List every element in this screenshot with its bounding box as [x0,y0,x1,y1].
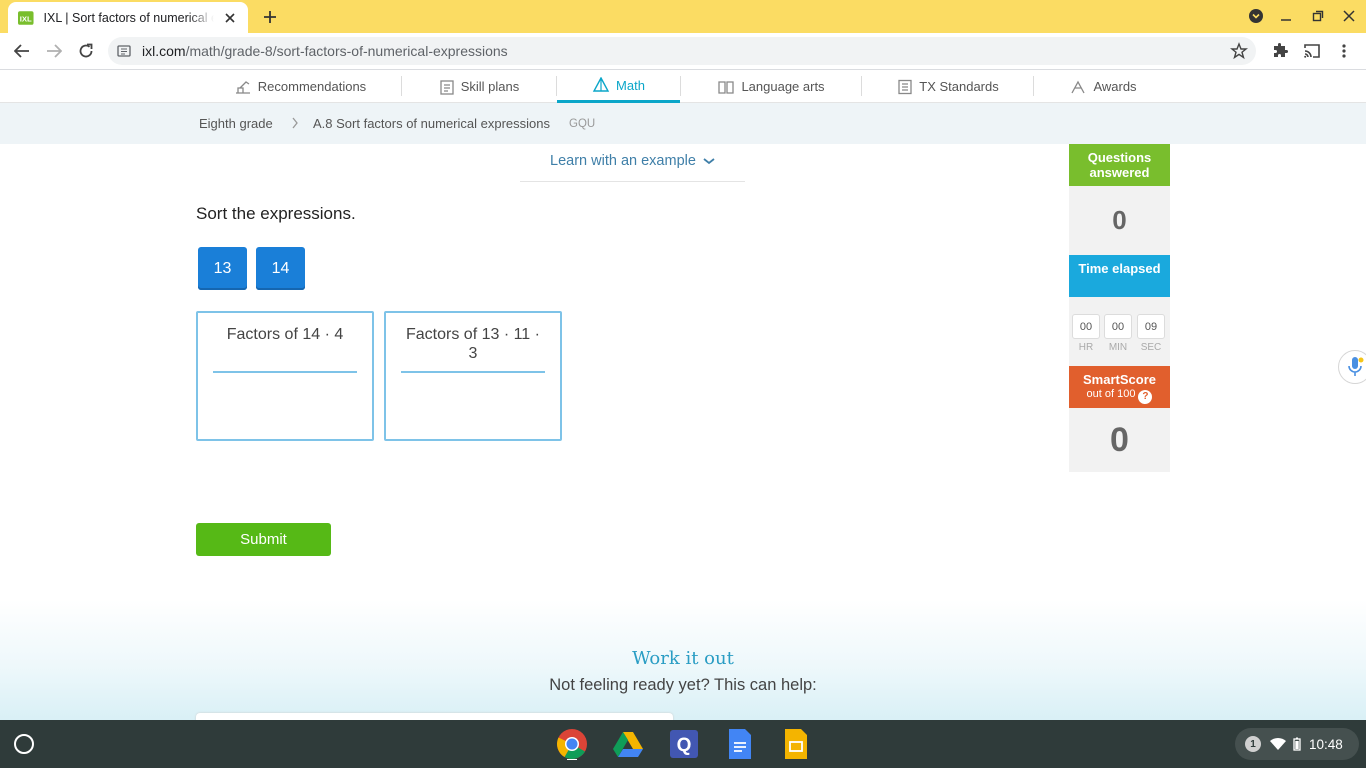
smartscore-value: 0 [1069,408,1170,472]
chevron-right-icon [292,117,298,129]
questions-answered-header: Questions answered [1069,144,1170,186]
docs-icon[interactable] [724,728,756,760]
book-icon [718,80,735,94]
nav-tab-recommendations[interactable]: Recommendations [230,70,370,103]
nav-tab-label: Recommendations [257,79,367,94]
ixl-nav-bar: Recommendations Skill plans Math Languag… [0,70,1366,103]
breadcrumb-skill: A.8 Sort factors of numerical expression… [313,116,550,131]
new-tab-icon[interactable] [258,5,282,29]
nav-tab-label: Awards [1093,79,1137,94]
forward-icon[interactable] [40,37,68,65]
nav-tab-label: Language arts [741,79,825,94]
time-elapsed-header: Time elapsed [1069,255,1170,297]
close-tab-icon[interactable] [222,10,238,26]
address-bar[interactable]: ixl.com/math/grade-8/sort-factors-of-num… [108,37,1256,65]
sort-bin[interactable]: Factors of 14 · 4 [196,311,374,441]
site-info-icon[interactable] [117,44,131,58]
timer-minutes: 00 [1104,314,1132,339]
url-text: ixl.com/math/grade-8/sort-factors-of-num… [142,43,508,59]
tab-search-icon[interactable] [1242,4,1270,28]
browser-menu-icon[interactable] [1330,37,1358,65]
nav-divider [1033,76,1034,96]
nav-tab-tx-standards[interactable]: TX Standards [896,70,1000,103]
questions-answered-value: 0 [1069,186,1170,255]
draggable-tile[interactable]: 13 [198,247,247,290]
drive-icon[interactable] [612,728,644,760]
nav-divider [680,76,681,96]
timer-seconds-label: SEC [1140,342,1162,353]
nav-tab-math[interactable]: Math [557,70,680,103]
tab-title: IXL | Sort factors of numerical expressi… [43,10,215,25]
timer-minutes-label: MIN [1108,342,1128,353]
smartscore-header: SmartScore out of 100? [1069,366,1170,408]
chrome-icon[interactable] [556,728,588,760]
restore-icon[interactable] [1304,4,1332,28]
status-tray[interactable]: 1 10:48 [1235,728,1359,760]
bin-divider [401,371,545,373]
clock: 10:48 [1309,736,1343,752]
reload-icon[interactable] [72,37,100,65]
nav-tab-awards[interactable]: Awards [1068,70,1138,103]
sort-bin-title: Factors of 13 · 11 · 3 [406,326,540,362]
submit-button[interactable]: Submit [196,523,331,556]
svg-text:IXL: IXL [20,14,32,23]
skill-plans-icon [440,79,454,95]
browser-tab[interactable]: IXL IXL | Sort factors of numerical expr… [8,2,248,33]
slides-icon[interactable] [780,728,812,760]
nav-tab-label: TX Standards [919,79,999,94]
browser-tab-strip: IXL IXL | Sort factors of numerical expr… [0,0,1366,33]
nav-divider [861,76,862,96]
cast-icon[interactable] [1298,37,1326,65]
close-window-icon[interactable] [1335,4,1363,28]
recommendations-icon [235,80,250,94]
timer-hours-label: HR [1078,342,1094,353]
work-it-out-heading: Work it out [632,648,734,669]
extensions-icon[interactable] [1266,37,1294,65]
chevron-down-icon [703,158,715,165]
breadcrumb-grade[interactable]: Eighth grade [199,116,273,131]
microphone-icon[interactable] [1338,350,1366,384]
nav-tab-skill-plans[interactable]: Skill plans [436,70,522,103]
bookmark-star-icon[interactable] [1230,42,1248,60]
wifi-icon [1270,737,1286,750]
ixl-favicon-icon: IXL [18,10,34,25]
timer-seconds: 09 [1137,314,1165,339]
quizlet-icon[interactable]: Q [668,728,700,760]
help-subtext: Not feeling ready yet? This can help: [549,676,817,694]
launcher-icon[interactable] [14,734,34,754]
battery-icon [1293,737,1301,751]
nav-tab-language-arts[interactable]: Language arts [714,70,828,103]
question-prompt: Sort the expressions. [196,204,356,223]
back-icon[interactable] [8,37,36,65]
nav-tab-label: Math [616,77,645,93]
math-icon [592,77,610,92]
standards-icon [898,79,912,94]
awards-icon [1071,80,1086,93]
sort-bin[interactable]: Factors of 13 · 11 · 3 [384,311,562,441]
os-shelf: Q 1 10:48 [0,720,1366,768]
breadcrumb: Eighth grade A.8 Sort factors of numeric… [0,103,1366,144]
nav-divider [401,76,402,96]
minimize-icon[interactable] [1272,4,1300,28]
sort-bin-title: Factors of 14 · 4 [226,326,344,343]
timer-hours: 00 [1072,314,1100,339]
draggable-tile[interactable]: 14 [256,247,305,290]
nav-tab-label: Skill plans [460,79,520,94]
bin-divider [213,371,357,373]
help-icon[interactable]: ? [1138,389,1153,404]
svg-text:Q: Q [677,735,692,756]
learn-link-label: Learn with an example [550,153,696,169]
notification-badge: 1 [1245,736,1261,752]
browser-toolbar: ixl.com/math/grade-8/sort-factors-of-num… [0,33,1366,70]
learn-with-example-link[interactable]: Learn with an example [520,153,745,182]
skill-code: GQU [569,117,596,130]
